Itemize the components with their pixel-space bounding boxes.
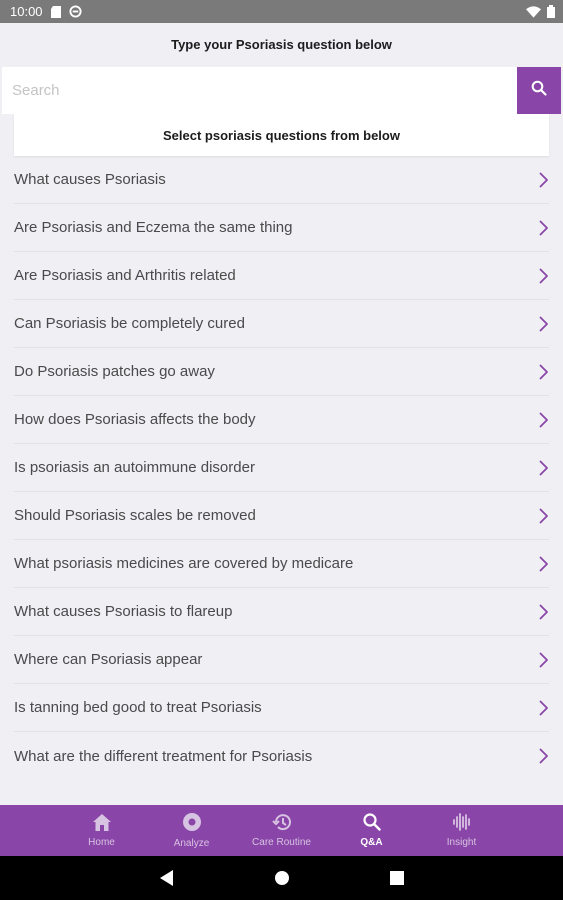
question-item[interactable]: Are Psoriasis and Arthritis related: [14, 252, 549, 300]
question-item[interactable]: Is psoriasis an autoimmune disorder: [14, 444, 549, 492]
chevron-right-icon: [539, 460, 549, 476]
select-questions-header: Select psoriasis questions from below: [14, 114, 549, 156]
question-prompt: Type your Psoriasis question below: [171, 37, 392, 52]
search-icon: [531, 80, 547, 101]
question-item[interactable]: Is tanning bed good to treat Psoriasis: [14, 684, 549, 732]
question-label: Is psoriasis an autoimmune disorder: [14, 459, 255, 476]
chevron-right-icon: [539, 700, 549, 716]
nav-label: Analyze: [173, 838, 210, 849]
battery-icon: [547, 5, 555, 18]
question-label: Should Psoriasis scales be removed: [14, 507, 256, 524]
system-navigation-bar: [0, 856, 563, 900]
home-button-icon[interactable]: [274, 870, 290, 886]
sync-icon: [69, 5, 82, 18]
chevron-right-icon: [539, 508, 549, 524]
status-right: [526, 5, 555, 18]
question-list: What causes Psoriasis Are Psoriasis and E…: [0, 156, 563, 780]
question-label: What causes Psoriasis: [14, 171, 166, 188]
nav-item-analyze[interactable]: Analyze: [147, 805, 237, 856]
question-label: Can Psoriasis be completely cured: [14, 315, 245, 332]
question-label: What causes Psoriasis to flareup: [14, 603, 233, 620]
analyze-icon: [182, 812, 202, 835]
question-item[interactable]: Where can Psoriasis appear: [14, 636, 549, 684]
question-label: Where can Psoriasis appear: [14, 651, 203, 668]
question-item[interactable]: What are the different treatment for Pso…: [14, 732, 549, 780]
question-label: Is tanning bed good to treat Psoriasis: [14, 699, 262, 716]
question-item[interactable]: Should Psoriasis scales be removed: [14, 492, 549, 540]
nav-item-care-routine[interactable]: Care Routine: [237, 805, 327, 856]
question-label: Are Psoriasis and Arthritis related: [14, 267, 236, 284]
chevron-right-icon: [539, 316, 549, 332]
question-item[interactable]: Do Psoriasis patches go away: [14, 348, 549, 396]
nav-item-home[interactable]: Home: [57, 805, 147, 856]
question-item[interactable]: What psoriasis medicines are covered by …: [14, 540, 549, 588]
question-item[interactable]: How does Psoriasis affects the body: [14, 396, 549, 444]
nav-label: Insight: [446, 837, 477, 848]
question-item[interactable]: What causes Psoriasis to flareup: [14, 588, 549, 636]
search-input[interactable]: [2, 67, 517, 114]
question-item[interactable]: What causes Psoriasis: [14, 156, 549, 204]
question-item[interactable]: Can Psoriasis be completely cured: [14, 300, 549, 348]
nav-item-q-a[interactable]: Q&A: [327, 805, 417, 856]
chevron-right-icon: [539, 748, 549, 764]
bottom-navigation: Home Analyze Care Routine Q&A Insight: [0, 805, 563, 856]
chevron-right-icon: [539, 652, 549, 668]
back-icon[interactable]: [159, 870, 174, 886]
question-item[interactable]: Are Psoriasis and Eczema the same thing: [14, 204, 549, 252]
chevron-right-icon: [539, 268, 549, 284]
status-time: 10:00: [10, 4, 43, 19]
search-bar: [2, 67, 561, 114]
wifi-icon: [526, 5, 541, 18]
chevron-right-icon: [539, 364, 549, 380]
question-label: How does Psoriasis affects the body: [14, 411, 256, 428]
nav-label: Q&A: [360, 837, 383, 848]
nav-item-insight[interactable]: Insight: [417, 805, 507, 856]
waveform-icon: [452, 813, 472, 834]
question-label: Do Psoriasis patches go away: [14, 363, 215, 380]
question-label: What are the different treatment for Pso…: [14, 747, 313, 765]
search-button[interactable]: [517, 67, 561, 114]
status-bar: 10:00: [0, 0, 563, 23]
sd-card-icon: [50, 5, 61, 18]
chevron-right-icon: [539, 220, 549, 236]
chevron-right-icon: [539, 604, 549, 620]
chevron-right-icon: [539, 172, 549, 188]
search-icon: [362, 813, 381, 834]
recents-icon[interactable]: [389, 871, 404, 885]
nav-label: Care Routine: [252, 837, 311, 848]
status-left: 10:00: [10, 4, 82, 19]
chevron-right-icon: [539, 412, 549, 428]
history-icon: [271, 813, 292, 834]
question-label: Are Psoriasis and Eczema the same thing: [14, 219, 293, 236]
question-label: What psoriasis medicines are covered by …: [14, 555, 354, 572]
chevron-right-icon: [539, 556, 549, 572]
nav-label: Home: [88, 836, 115, 848]
home-icon: [92, 813, 111, 834]
